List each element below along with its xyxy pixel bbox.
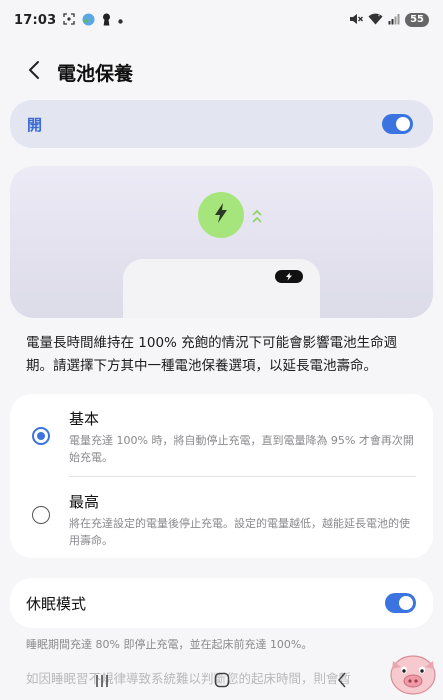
charging-indicator xyxy=(198,192,244,238)
page-title: 電池保養 xyxy=(57,62,134,85)
wifi-icon: * xyxy=(368,13,383,27)
nav-back-button[interactable] xyxy=(327,667,357,697)
home-button[interactable] xyxy=(207,667,237,697)
back-button[interactable] xyxy=(14,52,54,92)
description-text: 電量長時間維持在 100% 充飽的情況下可能會影響電池生命週期。請選擇下方其中一… xyxy=(26,335,398,374)
battery-illustration xyxy=(10,166,433,318)
master-switch-label: 開 xyxy=(27,115,43,134)
status-bar: 17:03 * 55 xyxy=(0,0,443,40)
status-time: 17:03 xyxy=(14,12,57,28)
dot-icon xyxy=(118,14,124,26)
screenshot-icon xyxy=(63,13,76,27)
lightning-icon xyxy=(214,202,228,228)
phone-illustration xyxy=(123,259,320,318)
option-title: 最高 xyxy=(69,493,100,511)
sleep-mode-row[interactable]: 休眠模式 xyxy=(10,578,433,628)
signal-icon xyxy=(388,13,400,27)
header: 電池保養 xyxy=(0,52,443,92)
recents-button[interactable] xyxy=(87,667,117,697)
sleep-mode-toggle[interactable] xyxy=(385,593,416,613)
options-card: 基本 電量充達 100% 時，將自動停止充電，直到電量降為 95% 才會再次開始… xyxy=(10,394,433,558)
chevron-up-icon xyxy=(252,210,262,223)
back-icon xyxy=(337,672,347,692)
mute-icon xyxy=(349,13,364,27)
keyhole-icon xyxy=(102,13,111,28)
pig-mascot-icon xyxy=(386,645,440,699)
toggle-knob xyxy=(396,117,410,131)
option-basic[interactable]: 基本 電量充達 100% 時，將自動停止充電，直到電量降為 95% 才會再次開始… xyxy=(10,408,433,474)
navigation-bar xyxy=(0,664,443,700)
battery-indicator: 55 xyxy=(405,13,429,27)
option-description: 電量充達 100% 時，將自動停止充電，直到電量降為 95% 才會再次開始充電。 xyxy=(69,434,414,464)
home-icon xyxy=(214,672,230,692)
radio-basic[interactable] xyxy=(32,427,50,445)
globe-icon xyxy=(82,13,95,28)
sleep-mode-label: 休眠模式 xyxy=(26,594,87,613)
toggle-knob xyxy=(399,596,413,610)
status-right: * 55 xyxy=(349,13,429,27)
master-toggle[interactable] xyxy=(382,114,413,134)
svg-text:*: * xyxy=(378,14,380,19)
phone-battery-icon xyxy=(275,270,303,283)
option-description: 將在充達設定的電量後停止充電。設定的電量越低，越能延長電池的使用壽命。 xyxy=(69,517,410,547)
recents-icon xyxy=(95,673,109,692)
sleep-mode-description: 睡眠期間充達 80% 即停止充電，並在起床前充達 100%。 xyxy=(26,638,313,651)
chevron-left-icon xyxy=(28,60,40,84)
radio-maximum[interactable] xyxy=(32,506,50,524)
option-divider xyxy=(69,476,416,477)
option-title: 基本 xyxy=(69,410,100,428)
status-left: 17:03 xyxy=(14,12,124,28)
master-switch-row[interactable]: 開 xyxy=(10,100,433,148)
option-maximum[interactable]: 最高 將在充達設定的電量後停止充電。設定的電量越低，越能延長電池的使用壽命。 xyxy=(10,491,433,557)
